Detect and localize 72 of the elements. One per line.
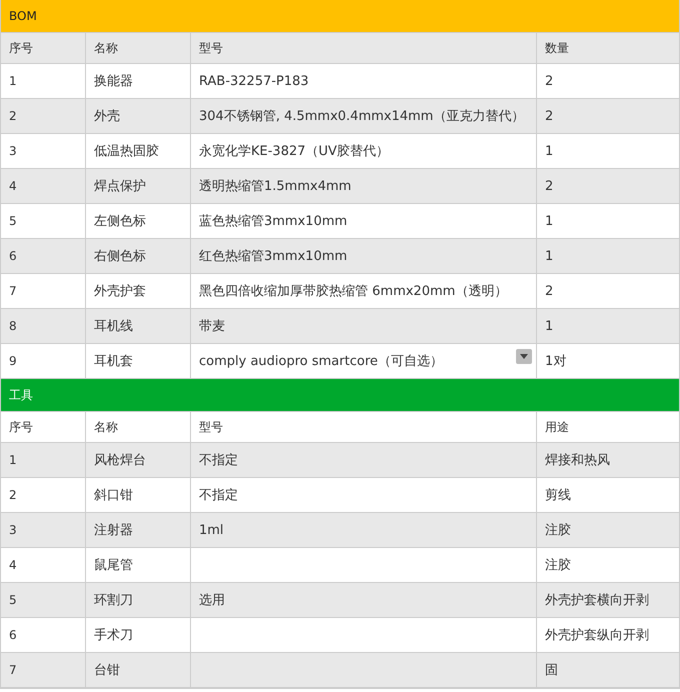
table-cell-text: 外壳护套横向开剥 <box>545 592 649 609</box>
table-cell: 6 <box>9 628 17 642</box>
column-header: 名称 <box>86 33 191 63</box>
table-cell-text: 风枪焊台 <box>94 452 146 469</box>
table-cell: 4 <box>9 558 17 572</box>
table-cell-text: 环割刀 <box>94 592 133 609</box>
table-cell-text: 低温热固胶 <box>94 143 159 160</box>
table-cell-text: 台钳 <box>94 662 120 679</box>
table-cell: 1 <box>9 74 17 88</box>
table-cell: 2 <box>545 178 554 194</box>
table-cell: 3 <box>9 523 17 537</box>
table-cell-text: 手术刀 <box>94 627 133 644</box>
table-cell: 7 <box>9 284 17 298</box>
table-cell: 1 <box>545 144 554 158</box>
column-header: 名称 <box>86 412 191 442</box>
table-cell: 1 <box>9 453 17 467</box>
column-header: 型号 <box>191 33 537 63</box>
table-cell-text: 蓝色热缩管3mmx10mm <box>199 213 348 230</box>
table-cell-text: 透明热缩管1.5mmx4mm <box>199 178 352 195</box>
table-cell: 4 <box>9 179 17 193</box>
table-cell-text: 外壳护套纵向开剥 <box>545 627 649 644</box>
table-cell: 2 <box>545 108 554 124</box>
table-cell: 1 <box>545 318 554 334</box>
table-cell-text: 焊接和热风 <box>545 452 610 469</box>
table-cell-text: 外壳护套 <box>94 283 146 300</box>
table-cell-text: 注胶 <box>545 557 571 574</box>
table-cell-text: 耳机套 <box>94 353 133 370</box>
table-cell-text: 左侧色标 <box>94 213 146 230</box>
section-header: 工具 <box>1 379 679 412</box>
table-cell: 1ml <box>199 522 224 538</box>
table-cell-text: 不指定 <box>199 487 238 504</box>
column-header: 用途 <box>544 418 570 436</box>
table-cell: RAB-32257-P183 <box>199 74 309 88</box>
table-cell: 1 <box>545 214 554 228</box>
table-cell-text: 带麦 <box>199 318 225 335</box>
table-cell-text: 不指定 <box>199 452 238 469</box>
table-cell-text: 1对 <box>545 353 566 370</box>
table-cell-text: 斜口钳 <box>94 487 133 504</box>
table-cell: 6 <box>9 249 17 263</box>
table-cell-text: 外壳 <box>94 108 120 125</box>
table-cell-text: 右侧色标 <box>94 248 146 265</box>
table-cell-text: 永宽化学KE-3827（UV胶替代） <box>199 143 389 160</box>
table-cell: 5 <box>9 593 17 607</box>
table-cell: 1 <box>545 248 554 264</box>
table-cell-text: 固 <box>545 662 558 679</box>
table-cell: 2 <box>545 74 554 88</box>
table-cell-text: 黑色四倍收缩加厚带胶热缩管 6mmx20mm（透明） <box>199 283 508 300</box>
table-cell-text: comply audiopro smartcore（可自选） <box>199 353 443 370</box>
table-cell-text: 鼠尾管 <box>94 557 133 574</box>
table-cell-text: 注射器 <box>94 522 133 539</box>
table-cell-text: 304不锈钢管, 4.5mmx0.4mmx14mm（亚克力替代） <box>199 108 524 125</box>
table-cell: 3 <box>9 144 17 158</box>
table-cell-text: 红色热缩管3mmx10mm <box>199 248 348 265</box>
table-cell: 9 <box>9 354 17 368</box>
column-header: 序号 <box>1 33 86 63</box>
table-cell: 5 <box>9 214 17 228</box>
table-cell: 8 <box>9 319 17 333</box>
table-cell-text: 焊点保护 <box>94 178 146 195</box>
column-header: 数量 <box>544 40 570 56</box>
section-header: BOM <box>1 0 679 33</box>
table-cell-text: 耳机线 <box>94 318 133 335</box>
table-cell: 2 <box>9 109 17 123</box>
column-header: 型号 <box>191 412 537 442</box>
column-header: 序号 <box>1 412 86 442</box>
dropdown-icon[interactable] <box>516 349 532 364</box>
table-cell-text: 选用 <box>199 592 225 609</box>
table-cell-text: 注胶 <box>545 522 571 539</box>
table-cell-text: 换能器 <box>94 73 133 90</box>
table-cell: 7 <box>9 663 17 677</box>
table-cell-text: 剪线 <box>545 487 571 504</box>
table-cell: 2 <box>545 284 554 298</box>
table-cell: 2 <box>9 488 17 502</box>
